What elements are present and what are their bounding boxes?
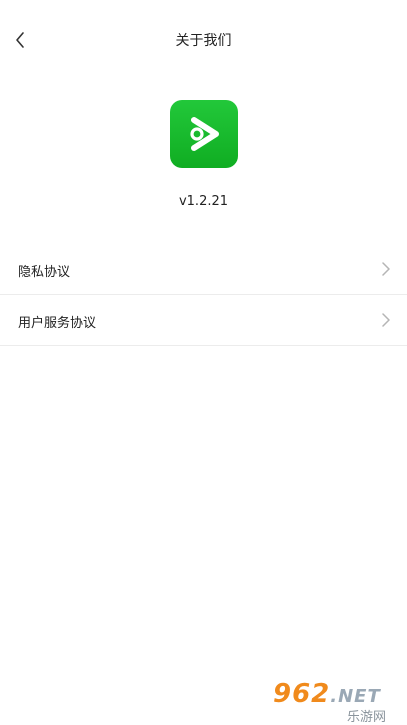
watermark-subtitle: 乐游网 [347,710,387,725]
page-title: 关于我们 [175,33,232,49]
header-bar: 关于我们 [0,0,407,78]
app-logo-icon [190,117,219,151]
app-version: v1.2.21 [178,194,229,209]
menu-item-label: 用户服务协议 [18,316,97,331]
watermark-brand: 962.NET [273,679,381,709]
watermark-suffix: .NET [330,686,381,707]
chevron-right-icon [382,262,390,276]
app-logo [170,100,238,168]
watermark-number: 962 [273,679,331,709]
chevron-right-icon [382,313,390,327]
privacy-policy-item[interactable]: 隐私协议 [0,244,407,295]
menu-list: 隐私协议 用户服务协议 [0,244,407,346]
menu-item-label: 隐私协议 [18,265,71,280]
user-agreement-item[interactable]: 用户服务协议 [0,295,407,346]
site-watermark: 962.NET 乐游网 [267,679,405,725]
